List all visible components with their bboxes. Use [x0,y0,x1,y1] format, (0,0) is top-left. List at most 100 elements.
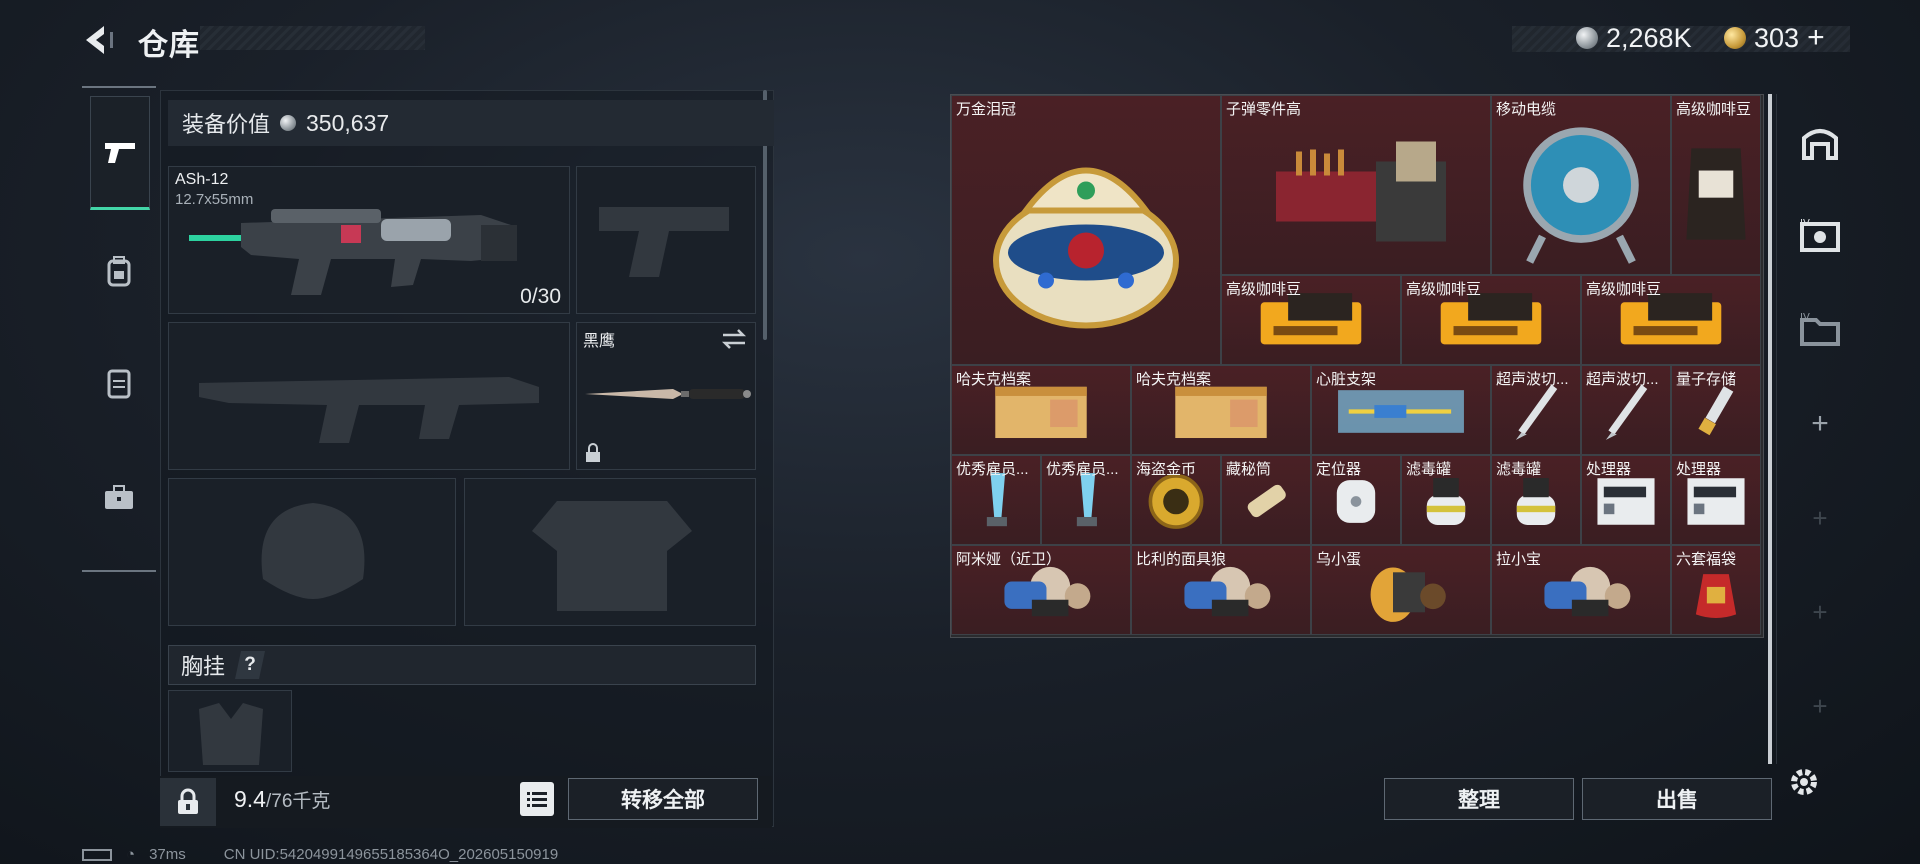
storage-item-label: 量子存储 [1676,371,1737,388]
category-rail [82,86,156,572]
tab-all-storage[interactable] [1777,100,1863,184]
padlock-icon [178,788,198,814]
plus-icon: + [1812,596,1828,627]
locked-storage-tab: + [1777,476,1863,560]
lucky-bag-image [1679,560,1753,629]
storage-item-scalpel[interactable]: 超声波切... [1581,365,1671,455]
helmet-slot[interactable] [168,478,456,626]
storage-item-label: 高级咖啡豆 [1406,281,1482,298]
swap-icon[interactable] [721,329,747,349]
category-backpack[interactable] [90,216,148,326]
back-arrow-icon[interactable] [82,22,118,58]
storage-scrollbar[interactable] [1768,94,1772,764]
category-case[interactable] [90,442,148,552]
storage-item-folder[interactable]: 哈夫克档案 [1131,365,1311,455]
storage-item-stent[interactable]: 心脏支架 [1311,365,1491,455]
trophy-image [1049,470,1123,539]
gear-icon[interactable] [1786,764,1822,800]
tab-storage-4[interactable]: IV [1777,194,1863,278]
storage-item-label: 万金泪冠 [956,101,1017,118]
list-view-button[interactable] [520,782,554,816]
storage-item-trophy[interactable]: 优秀雇员... [951,455,1041,545]
storage-item-egg[interactable]: 乌小蛋 [1311,545,1491,635]
backpack-icon [107,256,131,287]
scalpel-image [1589,380,1663,449]
storage-item-parts[interactable]: 子弹零件高 [1221,95,1491,275]
category-vest[interactable] [90,328,148,438]
transfer-all-button[interactable]: 转移全部 [568,778,758,820]
coffee-box-image [1589,290,1753,359]
storage-item-locator[interactable]: 定位器 [1311,455,1401,545]
battery-icon [82,848,112,861]
page-title: 仓库 [138,29,200,62]
storage-item-cylinder[interactable]: 藏秘筒 [1221,455,1311,545]
add-storage-tab[interactable]: + [1777,382,1863,466]
storage-item-figure[interactable]: 阿米娅（近卫） [951,545,1131,635]
storage-item-label: 阿米娅（近卫） [956,551,1062,568]
storage-item-label: 乌小蛋 [1316,551,1362,568]
storage-item-label: 高级咖啡豆 [1676,101,1752,118]
storage-item-coffee-bag[interactable]: 高级咖啡豆 [1671,95,1761,275]
secondary-weapon-slot[interactable] [168,322,570,470]
storage-item-coffee-box[interactable]: 高级咖啡豆 [1401,275,1581,365]
category-weapons[interactable] [90,96,150,210]
storage-item-scalpel[interactable]: 超声波切... [1491,365,1581,455]
storage-item-folder[interactable]: 哈夫克档案 [951,365,1131,455]
title-decoration [200,26,425,50]
storage-item-figure[interactable]: 拉小宝 [1491,545,1671,635]
pistol-slot[interactable] [576,166,756,314]
rifle-placeholder-icon [199,377,539,443]
melee-slot[interactable]: 黑鹰 [576,322,756,470]
storage-item-label: 比利的面具狼 [1136,551,1227,568]
storage-item-lucky-bag[interactable]: 六套福袋 [1671,545,1761,635]
storage-item-canister[interactable]: 滤毒罐 [1401,455,1491,545]
gold-currency[interactable]: 303 + [1724,22,1825,54]
storage-item-label: 哈夫克档案 [956,371,1032,388]
pistol-placeholder-icon [599,207,729,277]
help-button[interactable]: ? [235,651,266,679]
add-currency-icon[interactable]: + [1807,23,1825,53]
storage-item-processor[interactable]: 处理器 [1581,455,1671,545]
equipment-value-bar: 装备价值 350,637 [168,100,774,146]
armor-placeholder-icon [532,501,692,611]
melee-name: 黑鹰 [583,333,616,350]
usb-image [1679,380,1753,449]
user-uid: CN UID:5420499149655185364O_202605150919 [223,846,559,863]
storage-item-trophy[interactable]: 优秀雇员... [1041,455,1131,545]
armor-slot[interactable] [464,478,756,626]
plus-icon: + [1812,690,1828,721]
lock-button[interactable] [160,778,216,826]
storage-item-figure[interactable]: 比利的面具狼 [1131,545,1311,635]
gold-coin-icon [1724,27,1746,49]
storage-item-label: 超声波切... [1586,371,1659,388]
storage-item-coffee-box[interactable]: 高级咖啡豆 [1221,275,1401,365]
weight-max: /76千克 [265,791,331,812]
storage-item-processor[interactable]: 处理器 [1671,455,1761,545]
coffee-bag-image [1679,114,1753,273]
storage-item-coin[interactable]: 海盗金币 [1131,455,1221,545]
locked-storage-tab: + [1777,570,1863,654]
storage-item-label: 高级咖啡豆 [1586,281,1662,298]
tab-storage-4b[interactable]: IV [1777,288,1863,372]
safe-box-icon: IV [1800,218,1840,252]
sort-button[interactable]: 整理 [1384,778,1574,820]
folder-icon: IV [1800,312,1840,346]
storage-item-label: 高级咖啡豆 [1226,281,1302,298]
sell-button[interactable]: 出售 [1582,778,1772,820]
egg-image [1319,560,1483,629]
crown-image [986,141,1186,346]
storage-item-cable[interactable]: 移动电缆 [1491,95,1671,275]
storage-item-coffee-box[interactable]: 高级咖啡豆 [1581,275,1761,365]
storage-item-label: 拉小宝 [1496,551,1542,568]
primary-weapon-slot[interactable]: ASh-12 12.7x55mm 0/30 [168,166,570,314]
storage-item-label: 哈夫克档案 [1136,371,1212,388]
storage-item-crown[interactable]: 万金泪冠 [951,95,1221,365]
storage-item-usb[interactable]: 量子存储 [1671,365,1761,455]
weight-display: 9.4/76千克 [234,786,330,813]
chest-rig-slot[interactable] [168,690,292,772]
ammo-count: 0/30 [520,285,561,308]
storage-item-canister[interactable]: 滤毒罐 [1491,455,1581,545]
canister-image [1409,470,1483,539]
storage-item-label: 心脏支架 [1316,371,1377,388]
list-icon [527,792,547,807]
